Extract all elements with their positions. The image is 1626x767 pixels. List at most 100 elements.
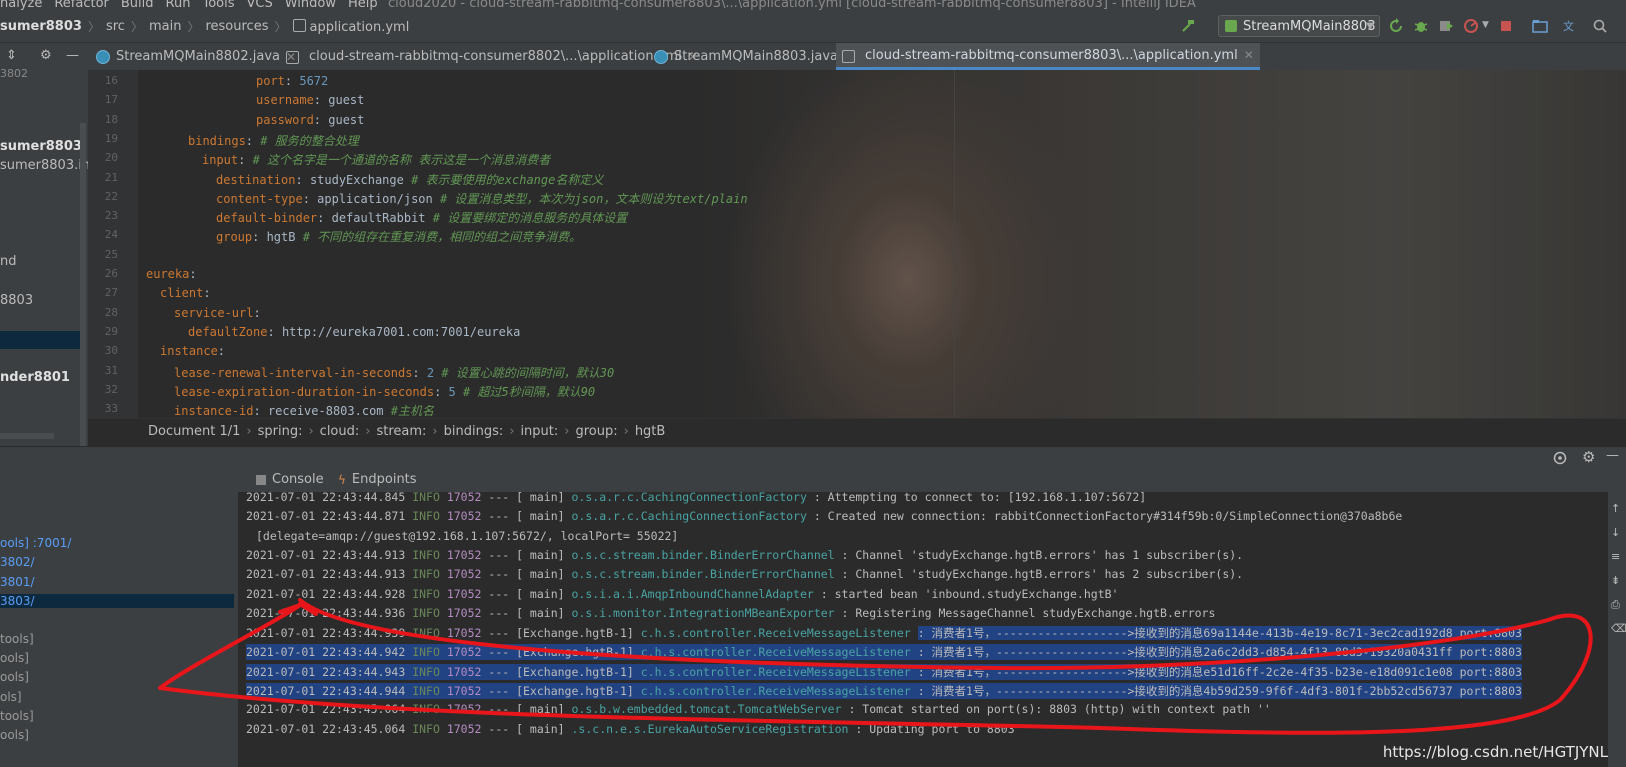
scroll-to-end-icon[interactable]: ⇟: [1611, 574, 1620, 587]
print-icon[interactable]: ⎙: [1611, 598, 1620, 612]
service-item[interactable]: ools] :7001/: [0, 536, 71, 550]
project-structure-icon[interactable]: [1532, 18, 1548, 34]
debug-icon[interactable]: [1413, 18, 1429, 34]
yaml-key: password: [256, 112, 314, 127]
project-item-selected[interactable]: [0, 331, 84, 349]
coverage-icon[interactable]: [1438, 18, 1454, 34]
project-item[interactable]: 8803: [0, 293, 33, 308]
line-number: 23: [104, 209, 118, 223]
breadcrumb-item[interactable]: cloud:: [320, 424, 360, 439]
translate-icon[interactable]: 文: [1562, 18, 1578, 34]
vertical-scrollbar[interactable]: [80, 123, 86, 449]
services-panel: ools] :7001/3802/3801/3803/tools] ools] oo…: [0, 492, 239, 767]
yaml-file-icon: [292, 19, 306, 32]
service-item[interactable]: 3802/: [0, 555, 35, 569]
project-item[interactable]: 3802: [0, 67, 28, 80]
log-message: : Registering MessageChannel studyExchan…: [841, 605, 1216, 620]
tab-console[interactable]: Console: [256, 472, 324, 487]
tab-consumer8802-yml[interactable]: cloud-stream-rabbitmq-consumer8802\...\a…: [286, 43, 698, 70]
log-logger: o.s.b.w.embedded.tomcat.TomcatWebServer: [571, 702, 849, 717]
gear-icon[interactable]: ⚙: [1582, 448, 1595, 466]
run-configuration-select[interactable]: StreamMQMain8803 ▼: [1218, 15, 1380, 37]
code-text: content-type: application/json # 设置消息类型，…: [216, 191, 748, 206]
log-pid: 17052: [446, 509, 482, 524]
gear-icon[interactable]: ⚙: [40, 48, 52, 63]
nav-main[interactable]: main: [149, 19, 181, 34]
minimize-icon[interactable]: —: [66, 48, 79, 63]
breadcrumb-item[interactable]: hgtB: [635, 424, 666, 439]
breadcrumb-item[interactable]: group:: [575, 424, 617, 439]
target-icon[interactable]: [1552, 450, 1568, 466]
breadcrumb-item[interactable]: Document 1/1: [148, 424, 240, 439]
minimize-icon[interactable]: —: [1606, 448, 1619, 463]
menu-item[interactable]: Window: [285, 0, 336, 10]
console-line: 2021-07-01 22:43:44.913 INFO 17052 --- […: [246, 567, 1243, 581]
service-item[interactable]: ools]: [0, 651, 29, 665]
project-item[interactable]: sumer8803.iml: [0, 158, 88, 173]
service-item[interactable]: 3803/: [0, 594, 234, 608]
log-level: INFO: [412, 605, 440, 620]
arrow-down-icon[interactable]: ↓: [1611, 526, 1620, 539]
svg-text:文: 文: [1563, 19, 1574, 33]
yaml-comment: #主机名: [390, 404, 434, 418]
horizontal-scrollbar[interactable]: [0, 433, 54, 439]
log-pid: 17052: [446, 626, 482, 641]
menu-item[interactable]: Help: [348, 0, 378, 10]
menu-item[interactable]: Tools: [202, 0, 234, 10]
menu-item[interactable]: nalyze: [0, 0, 42, 10]
stop-icon[interactable]: [1498, 18, 1514, 34]
project-item[interactable]: nder8801: [0, 370, 70, 385]
yaml-file-icon: [842, 49, 855, 63]
menu-item[interactable]: Build: [121, 0, 154, 10]
yaml-key: eureka: [146, 267, 190, 281]
soft-wrap-icon[interactable]: ≡: [1611, 550, 1620, 563]
search-icon[interactable]: [1592, 18, 1608, 34]
endpoints-icon: ϟ: [338, 472, 346, 487]
nav-file[interactable]: application.yml: [292, 18, 409, 35]
breadcrumb-item[interactable]: spring:: [258, 424, 303, 439]
breadcrumb-item[interactable]: input:: [520, 424, 558, 439]
profile-icon[interactable]: [1463, 18, 1479, 34]
project-tool-window: ⇕ ⚙ — 3802 sumer8803 sumer8803.iml nd 88…: [0, 43, 89, 449]
service-item[interactable]: ools]: [0, 670, 29, 684]
menu-item[interactable]: Refactor: [54, 0, 109, 10]
nav-resources[interactable]: resources: [205, 19, 268, 34]
tab-streammqmain8802[interactable]: StreamMQMain8802.java ✕: [96, 43, 296, 70]
service-item[interactable]: ols]: [0, 690, 22, 704]
menu-item[interactable]: VCS: [247, 0, 273, 10]
tab-consumer8803-yml[interactable]: cloud-stream-rabbitmq-consumer8803\...\a…: [836, 43, 1260, 70]
collapse-all-icon[interactable]: ⇕: [6, 48, 17, 63]
yaml-comment: # 不同的组存在重复消费，相同的组之间竞争消费。: [302, 230, 582, 245]
menu-item[interactable]: Run: [166, 0, 191, 10]
arrow-up-icon[interactable]: ↑: [1611, 502, 1620, 515]
yaml-key: service-url: [174, 305, 254, 320]
breadcrumb-item[interactable]: stream:: [376, 424, 426, 439]
watermark: https://blog.csdn.net/HGTJYNL: [1382, 743, 1608, 761]
tab-label: StreamMQMain8803.java: [674, 49, 838, 64]
build-hammer-icon[interactable]: [1180, 18, 1196, 34]
close-icon[interactable]: ✕: [1244, 48, 1254, 62]
nav-src[interactable]: src: [106, 19, 125, 34]
breadcrumb-item[interactable]: bindings:: [444, 424, 504, 439]
project-item[interactable]: nd: [0, 254, 17, 269]
nav-project[interactable]: sumer8803: [0, 19, 82, 34]
code-text: username: guest: [256, 93, 365, 108]
log-message: : started bean 'inbound.studyExchange.hg…: [820, 586, 1119, 601]
tab-endpoints[interactable]: ϟ Endpoints: [338, 472, 417, 487]
service-item[interactable]: tools]: [0, 632, 34, 646]
code-editor[interactable]: 16 port: 5672 17 username: guest 18 passwor…: [88, 70, 1626, 418]
log-timestamp: 2021-07-01 22:43:44.942: [246, 645, 406, 660]
line-number: 20: [104, 151, 118, 165]
service-item[interactable]: ools]: [0, 728, 29, 742]
log-logger: c.h.s.controller.ReceiveMessageListener: [640, 664, 918, 679]
clear-icon[interactable]: ⌫: [1611, 622, 1626, 635]
service-item[interactable]: 3801/: [0, 575, 35, 589]
chevron-down-icon[interactable]: ▼: [1482, 20, 1489, 30]
project-item[interactable]: sumer8803: [0, 139, 82, 154]
console-line: 2021-07-01 22:43:44.943 INFO 17052 --- […: [246, 663, 1522, 680]
tab-label: cloud-stream-rabbitmq-consumer8803\...\a…: [865, 47, 1238, 63]
service-item[interactable]: tools]: [0, 709, 34, 723]
console-output[interactable]: 2021-07-01 22:43:44.845 INFO 17052 --- […: [238, 492, 1626, 767]
rerun-icon[interactable]: [1388, 18, 1404, 34]
tab-streammqmain8803[interactable]: StreamMQMain8803.java ✕: [654, 43, 854, 70]
